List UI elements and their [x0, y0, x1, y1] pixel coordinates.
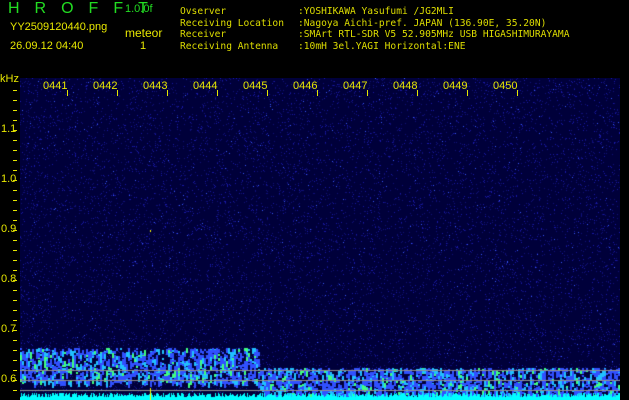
freq-tick: [13, 340, 17, 341]
freq-tick: [13, 370, 17, 371]
freq-tick: [13, 100, 17, 101]
freq-tick: [13, 260, 17, 261]
freq-label: 0.9: [1, 223, 17, 235]
time-tick: [67, 90, 68, 96]
freq-tick: [13, 270, 17, 271]
freq-tick: [13, 180, 17, 181]
time-label: 0446: [293, 80, 318, 92]
freq-tick: [13, 120, 17, 121]
freq-tick: [13, 360, 17, 361]
time-tick: [467, 90, 468, 96]
freq-tick: [13, 170, 17, 171]
info-location: Receiving Location:Nagoya Aichi-pref. JA…: [180, 17, 547, 29]
freq-tick: [13, 230, 17, 231]
time-tick: [417, 90, 418, 96]
time-label: 0442: [93, 80, 118, 92]
freq-tick: [13, 280, 17, 281]
info-antenna: Receiving Antenna:10mH 3el.YAGI Horizont…: [180, 40, 466, 52]
freq-label: 1.1: [1, 123, 17, 135]
freq-label: 0.7: [1, 323, 17, 335]
freq-tick: [13, 310, 17, 311]
time-label: 0443: [143, 80, 168, 92]
event-label: meteor: [125, 26, 163, 40]
y-unit: kHz: [0, 73, 19, 85]
freq-tick: [13, 330, 17, 331]
version: 1.0.0f: [125, 3, 153, 15]
event-count: 1: [140, 40, 147, 52]
datetime: 26.09.12 04:40: [10, 40, 84, 52]
time-label: 0441: [43, 80, 68, 92]
info-receiver: Receiver:SMArt RTL-SDR V5 52.905MHz USB …: [180, 29, 570, 40]
time-tick: [117, 90, 118, 96]
freq-tick: [13, 150, 17, 151]
freq-tick: [13, 220, 17, 221]
freq-label: 0.6: [1, 373, 17, 385]
freq-tick: [13, 390, 17, 391]
freq-tick: [13, 350, 17, 351]
freq-label: 1.0: [1, 173, 17, 185]
freq-tick: [13, 290, 17, 291]
freq-tick: [13, 210, 17, 211]
station-info: Ovserver:YOSHIKAWA Yasufumi /JG2MLI Rece…: [180, 6, 569, 52]
freq-tick: [13, 240, 17, 241]
time-label: 0445: [243, 80, 268, 92]
filename: YY2509120440.png: [10, 21, 108, 33]
freq-tick: [13, 140, 17, 141]
freq-tick: [13, 130, 17, 131]
freq-tick: [13, 300, 17, 301]
freq-label: 0.8: [1, 273, 17, 285]
time-tick: [517, 90, 518, 96]
time-tick: [317, 90, 318, 96]
time-label: 0447: [343, 80, 368, 92]
time-tick: [367, 90, 368, 96]
freq-tick: [13, 190, 17, 191]
spectrogram: [20, 78, 620, 400]
time-tick: [267, 90, 268, 96]
time-label: 0444: [193, 80, 218, 92]
freq-tick: [13, 200, 17, 201]
info-observer: Ovserver:YOSHIKAWA Yasufumi /JG2MLI: [180, 6, 454, 17]
time-tick: [217, 90, 218, 96]
freq-tick: [13, 320, 17, 321]
time-label: 0448: [393, 80, 418, 92]
time-label: 0449: [443, 80, 468, 92]
freq-tick: [13, 160, 17, 161]
freq-tick: [13, 250, 17, 251]
time-label: 0450: [493, 80, 518, 92]
freq-tick: [13, 380, 17, 381]
freq-tick: [13, 110, 17, 111]
time-tick: [167, 90, 168, 96]
freq-tick: [13, 90, 17, 91]
